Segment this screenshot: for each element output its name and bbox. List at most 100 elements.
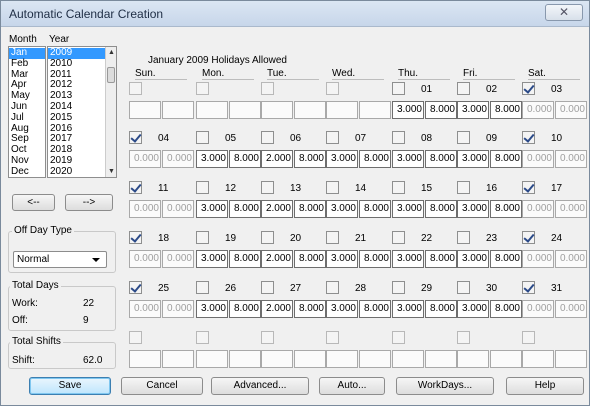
advanced-button[interactable]: Advanced... bbox=[211, 377, 309, 395]
hours-field[interactable]: 8.000 bbox=[359, 300, 391, 318]
year-item[interactable]: 2010 bbox=[48, 58, 106, 70]
hours-field[interactable] bbox=[162, 350, 194, 368]
shift-count-field[interactable] bbox=[261, 101, 293, 119]
holiday-checkbox[interactable] bbox=[522, 231, 535, 244]
holiday-checkbox[interactable] bbox=[261, 131, 274, 144]
shift-count-field[interactable]: 0.000 bbox=[522, 250, 554, 268]
hours-field[interactable]: 8.000 bbox=[229, 300, 261, 318]
year-item[interactable]: 2011 bbox=[48, 69, 106, 81]
hours-field[interactable]: 8.000 bbox=[425, 200, 457, 218]
holiday-checkbox[interactable] bbox=[129, 131, 142, 144]
shift-count-field[interactable]: 3.000 bbox=[392, 300, 424, 318]
month-item[interactable]: Jun bbox=[9, 101, 45, 113]
holiday-checkbox[interactable] bbox=[392, 331, 405, 344]
hours-field[interactable]: 8.000 bbox=[490, 250, 522, 268]
holiday-checkbox[interactable] bbox=[326, 281, 339, 294]
shift-count-field[interactable]: 2.000 bbox=[261, 250, 293, 268]
shift-count-field[interactable]: 0.000 bbox=[129, 300, 161, 318]
month-item[interactable]: Feb bbox=[9, 58, 45, 70]
workdays-button[interactable]: WorkDays... bbox=[396, 377, 494, 395]
shift-count-field[interactable]: 0.000 bbox=[129, 150, 161, 168]
hours-field[interactable]: 0.000 bbox=[555, 150, 587, 168]
holiday-checkbox[interactable] bbox=[129, 331, 142, 344]
month-listbox[interactable]: Jan Feb Mar Apr May Jun Jul Aug Sep Oct Nov Dec bbox=[8, 46, 46, 178]
month-item[interactable]: Jul bbox=[9, 112, 45, 124]
hours-field[interactable]: 8.000 bbox=[294, 300, 326, 318]
shift-count-field[interactable] bbox=[261, 350, 293, 368]
hours-field[interactable]: 8.000 bbox=[229, 200, 261, 218]
holiday-checkbox[interactable] bbox=[522, 281, 535, 294]
holiday-checkbox[interactable] bbox=[129, 281, 142, 294]
holiday-checkbox[interactable] bbox=[457, 82, 470, 95]
holiday-checkbox[interactable] bbox=[196, 82, 209, 95]
scroll-up-icon[interactable]: ▲ bbox=[108, 49, 115, 56]
next-month-button[interactable]: --> bbox=[65, 194, 113, 211]
shift-count-field[interactable]: 0.000 bbox=[522, 300, 554, 318]
holiday-checkbox[interactable] bbox=[261, 82, 274, 95]
hours-field[interactable]: 0.000 bbox=[555, 101, 587, 119]
shift-count-field[interactable] bbox=[457, 350, 489, 368]
hours-field[interactable]: 8.000 bbox=[294, 200, 326, 218]
hours-field[interactable] bbox=[490, 350, 522, 368]
close-button[interactable]: ✕ bbox=[545, 4, 583, 21]
off-day-type-select[interactable]: Normal bbox=[13, 251, 107, 268]
hours-field[interactable]: 8.000 bbox=[359, 150, 391, 168]
holiday-checkbox[interactable] bbox=[196, 131, 209, 144]
hours-field[interactable] bbox=[229, 101, 261, 119]
holiday-checkbox[interactable] bbox=[522, 82, 535, 95]
shift-count-field[interactable]: 3.000 bbox=[392, 250, 424, 268]
hours-field[interactable] bbox=[425, 350, 457, 368]
shift-count-field[interactable]: 3.000 bbox=[392, 200, 424, 218]
shift-count-field[interactable]: 3.000 bbox=[196, 300, 228, 318]
year-item[interactable]: 2014 bbox=[48, 101, 106, 113]
year-item[interactable]: 2018 bbox=[48, 145, 106, 156]
hours-field[interactable]: 0.000 bbox=[162, 200, 194, 218]
holiday-checkbox[interactable] bbox=[326, 331, 339, 344]
shift-count-field[interactable] bbox=[326, 350, 358, 368]
shift-count-field[interactable]: 0.000 bbox=[522, 200, 554, 218]
hours-field[interactable]: 8.000 bbox=[425, 300, 457, 318]
shift-count-field[interactable]: 3.000 bbox=[326, 200, 358, 218]
shift-count-field[interactable]: 3.000 bbox=[392, 150, 424, 168]
shift-count-field[interactable]: 3.000 bbox=[392, 101, 424, 119]
holiday-checkbox[interactable] bbox=[326, 231, 339, 244]
hours-field[interactable]: 8.000 bbox=[425, 250, 457, 268]
holiday-checkbox[interactable] bbox=[196, 181, 209, 194]
year-item[interactable]: 2012 bbox=[48, 80, 106, 91]
hours-field[interactable]: 8.000 bbox=[359, 200, 391, 218]
holiday-checkbox[interactable] bbox=[129, 181, 142, 194]
scroll-down-icon[interactable]: ▼ bbox=[108, 168, 115, 175]
hours-field[interactable] bbox=[229, 350, 261, 368]
shift-count-field[interactable]: 3.000 bbox=[196, 150, 228, 168]
holiday-checkbox[interactable] bbox=[522, 131, 535, 144]
hours-field[interactable]: 8.000 bbox=[294, 250, 326, 268]
holiday-checkbox[interactable] bbox=[457, 331, 470, 344]
year-item[interactable]: 2013 bbox=[48, 91, 106, 102]
shift-count-field[interactable]: 3.000 bbox=[326, 150, 358, 168]
hours-field[interactable]: 8.000 bbox=[294, 150, 326, 168]
shift-count-field[interactable]: 0.000 bbox=[522, 101, 554, 119]
shift-count-field[interactable] bbox=[129, 350, 161, 368]
holiday-checkbox[interactable] bbox=[261, 181, 274, 194]
shift-count-field[interactable]: 3.000 bbox=[457, 300, 489, 318]
holiday-checkbox[interactable] bbox=[196, 231, 209, 244]
holiday-checkbox[interactable] bbox=[457, 181, 470, 194]
shift-count-field[interactable]: 2.000 bbox=[261, 150, 293, 168]
hours-field[interactable] bbox=[555, 350, 587, 368]
hours-field[interactable]: 8.000 bbox=[490, 300, 522, 318]
hours-field[interactable]: 0.000 bbox=[162, 250, 194, 268]
holiday-checkbox[interactable] bbox=[261, 331, 274, 344]
hours-field[interactable]: 8.000 bbox=[229, 250, 261, 268]
hours-field[interactable]: 8.000 bbox=[490, 150, 522, 168]
shift-count-field[interactable]: 3.000 bbox=[326, 250, 358, 268]
hours-field[interactable]: 8.000 bbox=[229, 150, 261, 168]
shift-count-field[interactable]: 3.000 bbox=[457, 150, 489, 168]
shift-count-field[interactable]: 2.000 bbox=[261, 200, 293, 218]
hours-field[interactable]: 0.000 bbox=[162, 300, 194, 318]
month-item[interactable]: Nov bbox=[9, 155, 45, 167]
holiday-checkbox[interactable] bbox=[129, 231, 142, 244]
scroll-thumb[interactable] bbox=[107, 67, 115, 83]
save-button[interactable]: Save bbox=[29, 377, 111, 395]
hours-field[interactable]: 0.000 bbox=[555, 300, 587, 318]
hours-field[interactable] bbox=[294, 350, 326, 368]
